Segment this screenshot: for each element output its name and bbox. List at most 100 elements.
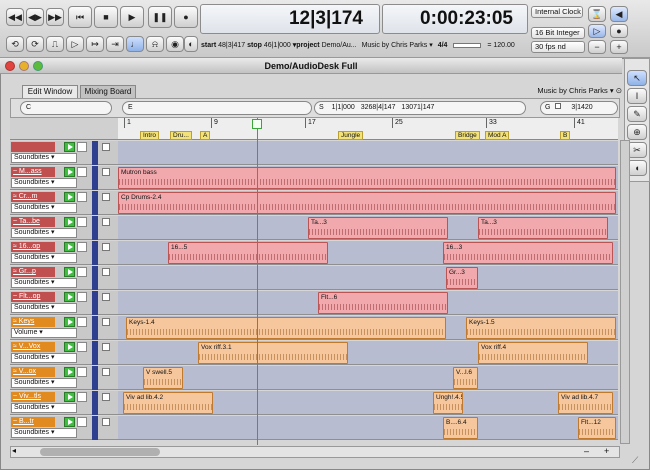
track-name[interactable]: ≈ 16...op — [11, 242, 55, 252]
track-record-button[interactable] — [77, 217, 87, 227]
ibeam-tool[interactable]: I — [627, 88, 647, 104]
tab-edit-window[interactable]: Edit Window — [22, 85, 78, 98]
track-lane[interactable] — [118, 141, 618, 165]
grid-checkbox[interactable] — [555, 103, 562, 109]
track-play-button[interactable] — [64, 217, 75, 227]
track-name[interactable]: ~ M...ass — [11, 167, 55, 177]
track-playlist-menu[interactable]: Soundbites ▾ — [11, 428, 77, 438]
ruler-marker[interactable]: A — [200, 131, 211, 140]
soundbite-clip[interactable]: 16...3 — [443, 242, 613, 264]
track-play-button[interactable] — [64, 392, 75, 402]
track-playlist-menu[interactable]: Soundbites ▾ — [11, 403, 77, 413]
tool-button-10[interactable]: ◐ — [184, 36, 198, 52]
soundbite-clip[interactable]: Ta...3 — [478, 217, 608, 239]
track-header[interactable]: Soundbites ▾ — [10, 141, 118, 165]
track-name[interactable]: ~ B...tr — [11, 417, 55, 427]
track-enable-checkbox[interactable] — [102, 318, 110, 326]
track-name[interactable]: ~ Ta...be — [11, 217, 55, 227]
track-record-button[interactable] — [77, 342, 87, 352]
grid-value[interactable]: 3|1420 — [571, 104, 592, 111]
track-header[interactable]: ~ M...ass Soundbites ▾ — [10, 166, 118, 190]
plus-button[interactable]: + — [610, 40, 628, 54]
track-enable-checkbox[interactable] — [102, 268, 110, 276]
bars-beats-counter[interactable]: 12|3|174 — [200, 4, 380, 34]
minus-button[interactable]: − — [588, 40, 606, 54]
music-by-menu[interactable]: Music by Chris Parks ▾ ⊙ — [530, 86, 622, 97]
soundbite-clip[interactable]: Keys-1.4 — [126, 317, 446, 339]
edit-field[interactable]: E — [122, 101, 312, 115]
track-enable-checkbox[interactable] — [102, 218, 110, 226]
soundbite-clip[interactable]: Ta...3 — [308, 217, 448, 239]
selection-field[interactable]: S 1|1|000 3268|4|147 13071|147 — [314, 101, 526, 115]
track-enable-checkbox[interactable] — [102, 418, 110, 426]
track-lane[interactable]: Vox riff.3.1 Vox riff.4 — [118, 341, 618, 365]
play-mode-button[interactable]: ▷ — [588, 24, 606, 38]
soundbite-clip[interactable]: Viv ad lib.4.7 — [558, 392, 613, 414]
track-playlist-menu[interactable]: Soundbites ▾ — [11, 303, 77, 313]
tool-button-4[interactable]: ▷ — [66, 36, 84, 52]
track-record-button[interactable] — [77, 142, 87, 152]
track-enable-checkbox[interactable] — [102, 293, 110, 301]
tool-button-5[interactable]: ↦ — [86, 36, 104, 52]
track-header[interactable]: ≈ Gr...p Soundbites ▾ — [10, 266, 118, 290]
track-header[interactable]: ≈ V...Vox Soundbites ▾ — [10, 341, 118, 365]
track-record-button[interactable] — [77, 292, 87, 302]
track-lane[interactable]: B....6.4 Flt...12 — [118, 416, 618, 440]
track-playlist-menu[interactable]: Soundbites ▾ — [11, 278, 77, 288]
track-play-button[interactable] — [64, 192, 75, 202]
playhead[interactable] — [257, 118, 258, 445]
ruler-marker[interactable]: B — [560, 131, 571, 140]
soundbite-clip[interactable]: Viv ad lib.4.2 — [123, 392, 213, 414]
soundbite-clip[interactable]: Gr...3 — [446, 267, 478, 289]
track-enable-checkbox[interactable] — [102, 168, 110, 176]
track-lane[interactable]: Keys-1.4 Keys-1.5 — [118, 316, 618, 340]
tempo-slider[interactable] — [453, 42, 482, 48]
track-enable-checkbox[interactable] — [102, 193, 110, 201]
track-play-button[interactable] — [64, 242, 75, 252]
speaker-button[interactable]: ◀ — [610, 6, 628, 22]
resize-grip-icon[interactable]: ⟋ — [632, 455, 638, 466]
fast-forward-button[interactable]: ▶▶ — [46, 8, 64, 26]
track-header[interactable]: ~ Flt...op Soundbites ▾ — [10, 291, 118, 315]
track-lane[interactable]: Viv ad lib.4.2 Ungh!.4.5 Viv ad lib.4.7 — [118, 391, 618, 415]
close-window-button[interactable] — [5, 61, 15, 71]
ruler-marker[interactable]: Jungle — [338, 131, 364, 140]
track-playlist-menu[interactable]: Soundbites ▾ — [11, 178, 77, 188]
time-counter[interactable]: 0:00:23:05 — [382, 4, 528, 34]
track-name[interactable]: ≈ Keys — [11, 317, 55, 327]
track-play-button[interactable] — [64, 342, 75, 352]
track-name[interactable]: ≈ Cr...m — [11, 192, 55, 202]
track-header[interactable]: ≈ Cr...m Soundbites ▾ — [10, 191, 118, 215]
track-lane[interactable]: Ta...3 Ta...3 — [118, 216, 618, 240]
track-header[interactable]: ~ Ta...be Soundbites ▾ — [10, 216, 118, 240]
ruler-marker[interactable]: Bridge — [455, 131, 480, 140]
tab-mixing-board[interactable]: Mixing Board — [80, 85, 136, 98]
tool-button-8[interactable]: ⍾ — [146, 36, 164, 52]
track-name[interactable]: ≈ V...ox — [11, 367, 55, 377]
sync-select[interactable]: Internal Clock — [531, 6, 583, 18]
scroll-thumb[interactable] — [40, 448, 160, 456]
soundbite-clip[interactable]: V...l.6 — [453, 367, 478, 389]
vertical-scrollbar[interactable] — [620, 140, 630, 444]
selection-end[interactable]: 3268|4|147 — [361, 104, 396, 111]
scissors-tool[interactable]: ✂ — [627, 142, 647, 158]
track-play-button[interactable] — [64, 367, 75, 377]
soundbite-clip[interactable]: Flt...12 — [578, 417, 616, 439]
grid-field[interactable]: G 3|1420 — [540, 101, 618, 115]
record-mode-button[interactable]: ● — [610, 24, 628, 38]
frame-rate-select[interactable]: 30 fps nd — [531, 41, 585, 53]
minimize-window-button[interactable] — [19, 61, 29, 71]
track-lane[interactable]: V swell.5 V...l.6 — [118, 366, 618, 390]
start-value[interactable]: 48|3|417 — [218, 42, 245, 49]
track-header[interactable]: ≈ Keys Volume ▾ — [10, 316, 118, 340]
back-button[interactable]: ◀▶ — [26, 8, 44, 26]
track-enable-checkbox[interactable] — [102, 393, 110, 401]
track-play-button[interactable] — [64, 417, 75, 427]
soundbite-clip[interactable]: Keys-1.5 — [466, 317, 616, 339]
track-playlist-menu[interactable]: Soundbites ▾ — [11, 378, 77, 388]
tool-button-3[interactable]: ⎍ — [46, 36, 64, 52]
time-signature[interactable]: 4/4 — [438, 42, 448, 49]
stop-value[interactable]: 46|1|000 — [264, 42, 291, 49]
track-name[interactable]: ≈ Gr...p — [11, 267, 55, 277]
ruler-marker[interactable]: Dru... — [170, 131, 192, 140]
